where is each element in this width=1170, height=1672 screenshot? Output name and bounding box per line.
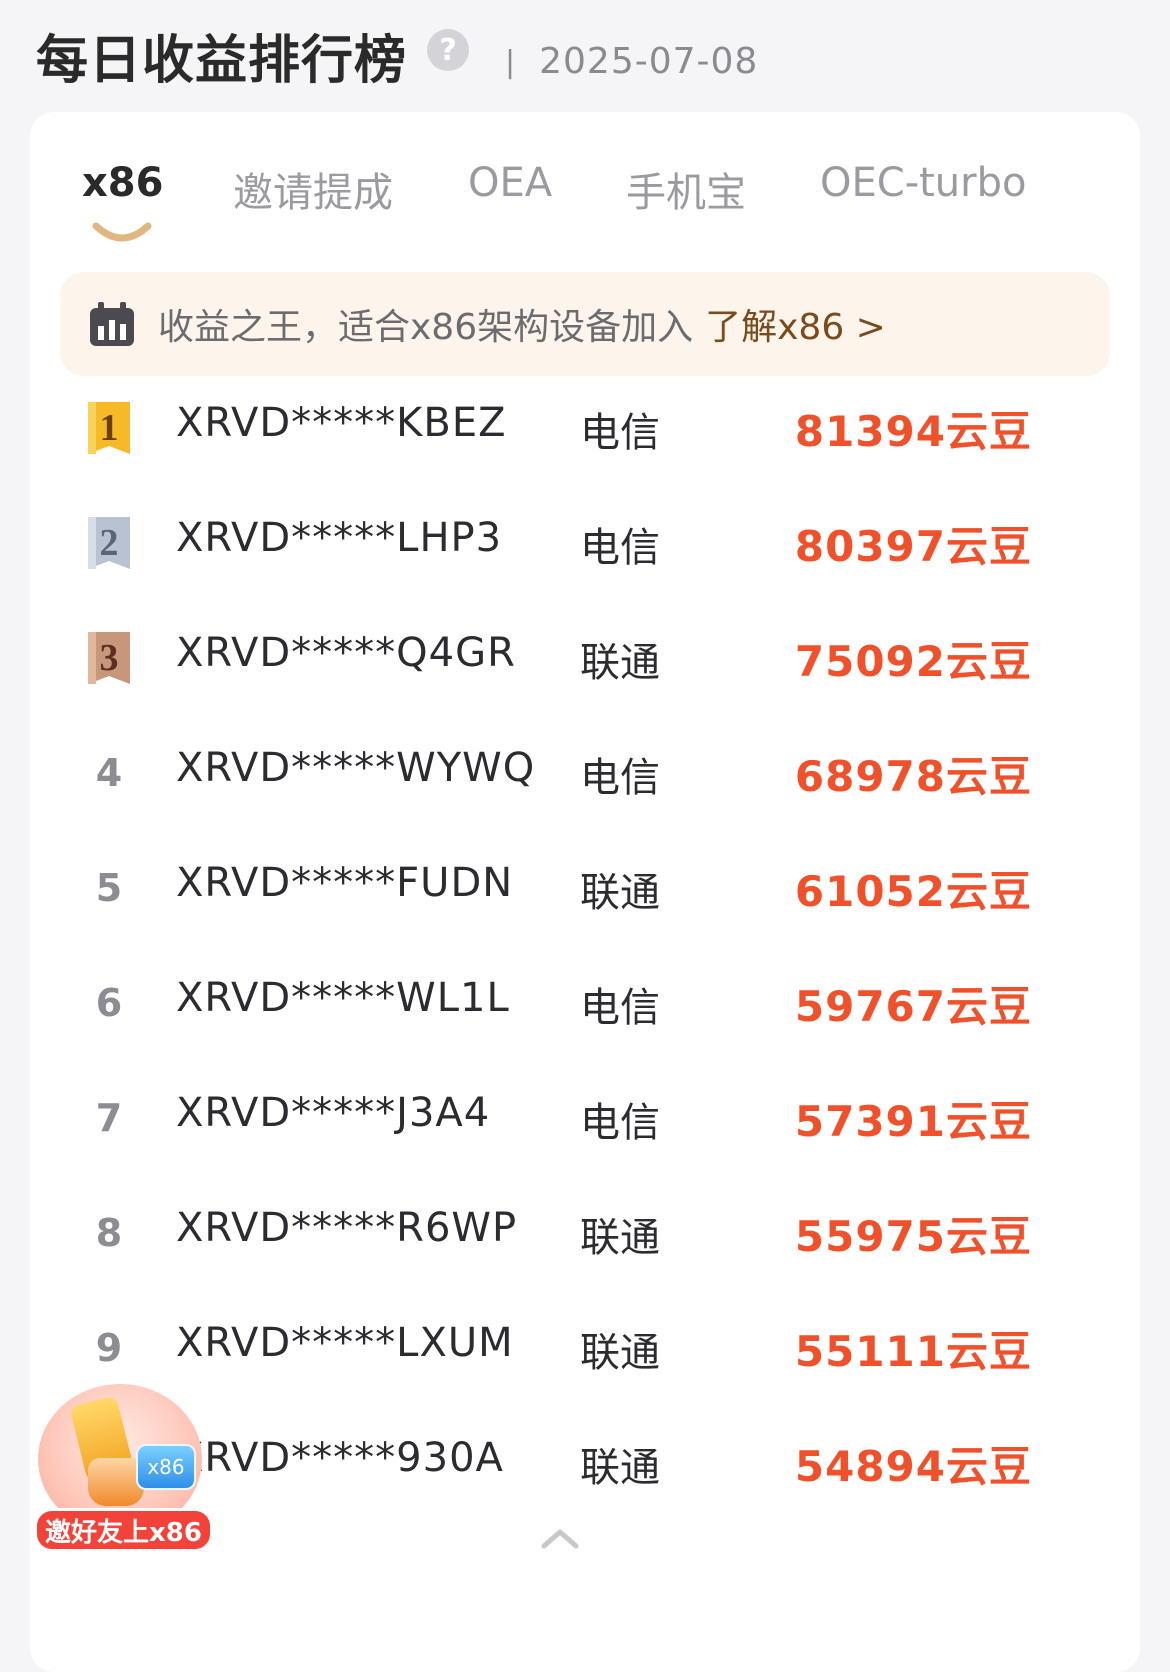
- silver-medal-icon: 2: [88, 517, 130, 569]
- tab-oea[interactable]: OEA: [468, 160, 552, 206]
- ranking-date: 2025-07-08: [539, 40, 759, 82]
- carrier: 电信: [580, 1100, 660, 1146]
- rank-cell: 7: [86, 1088, 132, 1148]
- carrier: 电信: [580, 985, 660, 1031]
- table-row[interactable]: 1 XRVD*****KBEZ 电信 81394云豆: [30, 374, 1140, 489]
- active-tab-indicator: [92, 222, 152, 242]
- rank-label: 3: [100, 637, 119, 679]
- table-row[interactable]: 6 XRVD*****WL1L 电信 59767云豆: [30, 949, 1140, 1064]
- device-id: XRVD*****930A: [176, 1435, 504, 1481]
- earnings-amount: 80397云豆: [794, 522, 1032, 571]
- device-id: XRVD*****FUDN: [176, 860, 514, 906]
- rank-cell: 6: [86, 973, 132, 1033]
- table-row[interactable]: 3 XRVD*****Q4GR 联通 75092云豆: [30, 604, 1140, 719]
- carrier: 联通: [580, 1330, 660, 1376]
- carrier: 联通: [580, 1445, 660, 1491]
- rank-label: 2: [100, 522, 119, 564]
- carrier: 联通: [580, 870, 660, 916]
- header-separator: |: [505, 44, 516, 80]
- rank-number: 4: [95, 751, 123, 795]
- table-row[interactable]: 5 XRVD*****FUDN 联通 61052云豆: [30, 834, 1140, 949]
- device-id: XRVD*****Q4GR: [176, 630, 516, 676]
- rank-label: 1: [100, 407, 119, 449]
- x86-chip-icon: x86: [136, 1444, 196, 1490]
- rank-cell: 2: [86, 513, 132, 573]
- page-title: 每日收益排行榜: [36, 30, 408, 91]
- table-row[interactable]: 8 XRVD*****R6WP 联通 55975云豆: [30, 1179, 1140, 1294]
- device-id: XRVD*****WYWQ: [176, 745, 536, 791]
- invite-friends-float-button[interactable]: x86 邀好友上x86: [32, 1378, 213, 1552]
- earnings-amount: 55111云豆: [794, 1327, 1032, 1376]
- rank-cell: 8: [86, 1203, 132, 1263]
- banner-text: 收益之王，适合x86架构设备加入: [158, 307, 694, 348]
- carrier: 联通: [580, 1215, 660, 1261]
- rank-cell: 3: [86, 628, 132, 688]
- rank-cell: 1: [86, 398, 132, 458]
- earnings-amount: 68978云豆: [794, 752, 1032, 801]
- rank-number: 6: [95, 981, 123, 1025]
- carrier: 电信: [580, 755, 660, 801]
- rank-cell: 4: [86, 743, 132, 803]
- carrier: 联通: [580, 640, 660, 686]
- gold-medal-icon: 1: [88, 402, 130, 454]
- tab-bar: x86 邀请提成 OEA 手机宝 OEC-turbo: [30, 112, 1140, 262]
- tab-phone-box[interactable]: 手机宝: [626, 160, 746, 218]
- page-header: 每日收益排行榜 ? | 2025-07-08: [36, 10, 758, 100]
- bar-chart-calendar-icon: [90, 302, 134, 346]
- table-row[interactable]: 7 XRVD*****J3A4 电信 57391云豆: [30, 1064, 1140, 1179]
- bronze-medal-icon: 3: [88, 632, 130, 684]
- carrier: 电信: [580, 410, 660, 456]
- rank-cell: 9: [86, 1318, 132, 1378]
- learn-x86-link[interactable]: 了解x86 >: [705, 298, 886, 350]
- device-id: XRVD*****KBEZ: [176, 400, 507, 446]
- tab-oec-turbo[interactable]: OEC-turbo: [820, 160, 1026, 206]
- device-id: XRVD*****R6WP: [176, 1205, 518, 1251]
- help-icon[interactable]: ?: [427, 29, 470, 71]
- device-id: XRVD*****J3A4: [176, 1090, 491, 1136]
- rank-number: 7: [95, 1096, 123, 1140]
- tab-invite-commission[interactable]: 邀请提成: [233, 160, 393, 218]
- earnings-amount: 59767云豆: [794, 982, 1032, 1031]
- promo-label: 邀好友上x86: [34, 1508, 213, 1552]
- device-id: XRVD*****LHP3: [176, 515, 503, 561]
- earnings-amount: 61052云豆: [794, 867, 1032, 916]
- carrier: 电信: [580, 525, 660, 571]
- info-banner: 收益之王，适合x86架构设备加入 了解x86 >: [60, 272, 1110, 376]
- rank-number: 5: [95, 866, 123, 910]
- rank-cell: 5: [86, 858, 132, 918]
- rank-number: 8: [95, 1211, 123, 1255]
- tab-x86[interactable]: x86: [82, 160, 163, 206]
- earnings-amount: 57391云豆: [794, 1097, 1032, 1146]
- earnings-amount: 75092云豆: [794, 637, 1032, 686]
- earnings-amount: 54894云豆: [794, 1442, 1032, 1491]
- table-row[interactable]: 2 XRVD*****LHP3 电信 80397云豆: [30, 489, 1140, 604]
- earnings-amount: 55975云豆: [794, 1212, 1032, 1261]
- earnings-amount: 81394云豆: [794, 407, 1032, 456]
- device-id: XRVD*****LXUM: [176, 1320, 514, 1366]
- rank-number: 9: [95, 1326, 123, 1370]
- chevron-up-icon[interactable]: [540, 1526, 580, 1550]
- device-id: XRVD*****WL1L: [176, 975, 510, 1021]
- table-row[interactable]: 4 XRVD*****WYWQ 电信 68978云豆: [30, 719, 1140, 834]
